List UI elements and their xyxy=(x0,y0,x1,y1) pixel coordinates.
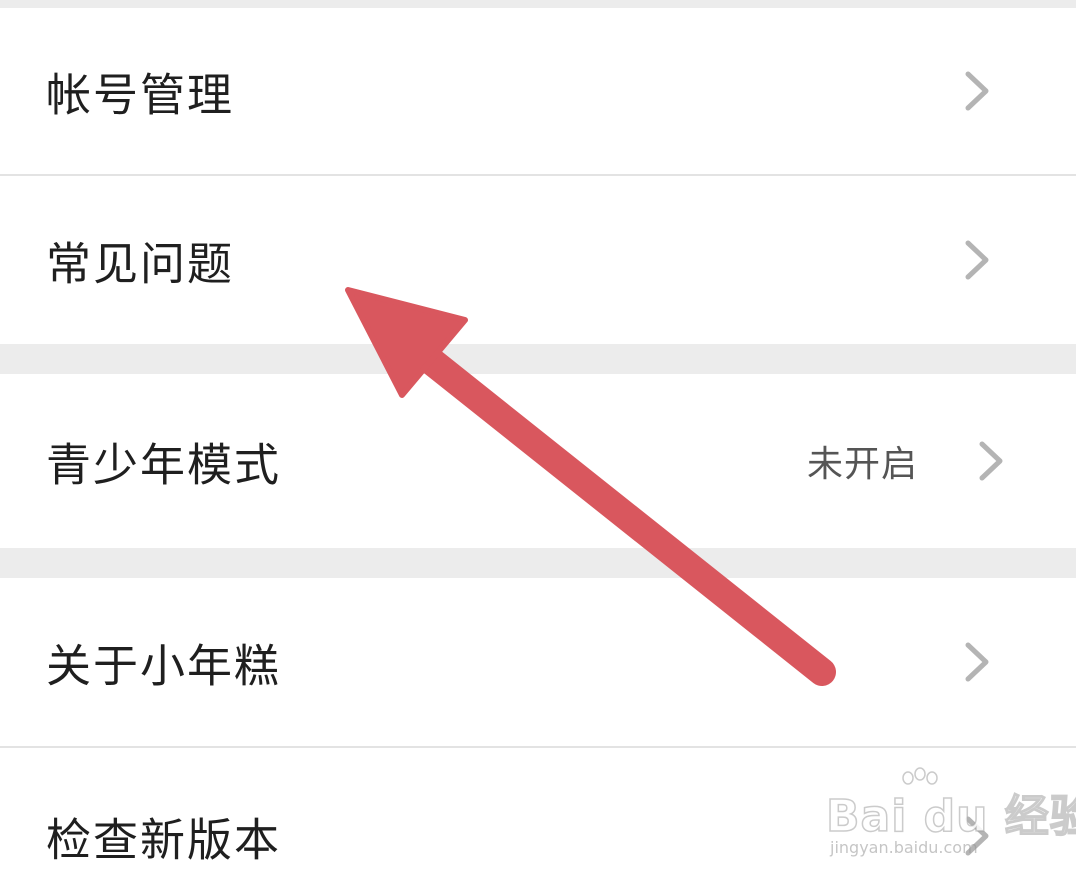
settings-item-teen-mode[interactable]: 青少年模式 未开启 xyxy=(0,374,1076,548)
chevron-right-icon xyxy=(965,642,989,682)
chevron-right-icon xyxy=(965,71,989,111)
settings-item-label: 帐号管理 xyxy=(46,68,235,122)
settings-item-label: 青少年模式 xyxy=(46,438,282,492)
section-gap-top xyxy=(0,0,1076,8)
settings-item-faq[interactable]: 常见问题 xyxy=(0,176,1076,344)
settings-item-label: 常见问题 xyxy=(46,237,235,291)
chevron-right-icon xyxy=(965,816,989,856)
settings-item-account[interactable]: 帐号管理 xyxy=(0,8,1076,174)
section-gap xyxy=(0,344,1076,374)
teen-mode-status: 未开启 xyxy=(806,444,918,485)
settings-item-label: 检查新版本 xyxy=(46,813,282,867)
chevron-right-icon xyxy=(965,240,989,280)
section-gap xyxy=(0,548,1076,578)
settings-item-check-update[interactable]: 检查新版本 xyxy=(0,748,1076,884)
settings-item-about[interactable]: 关于小年糕 xyxy=(0,578,1076,746)
chevron-right-icon xyxy=(979,441,1003,481)
settings-item-label: 关于小年糕 xyxy=(46,639,282,693)
